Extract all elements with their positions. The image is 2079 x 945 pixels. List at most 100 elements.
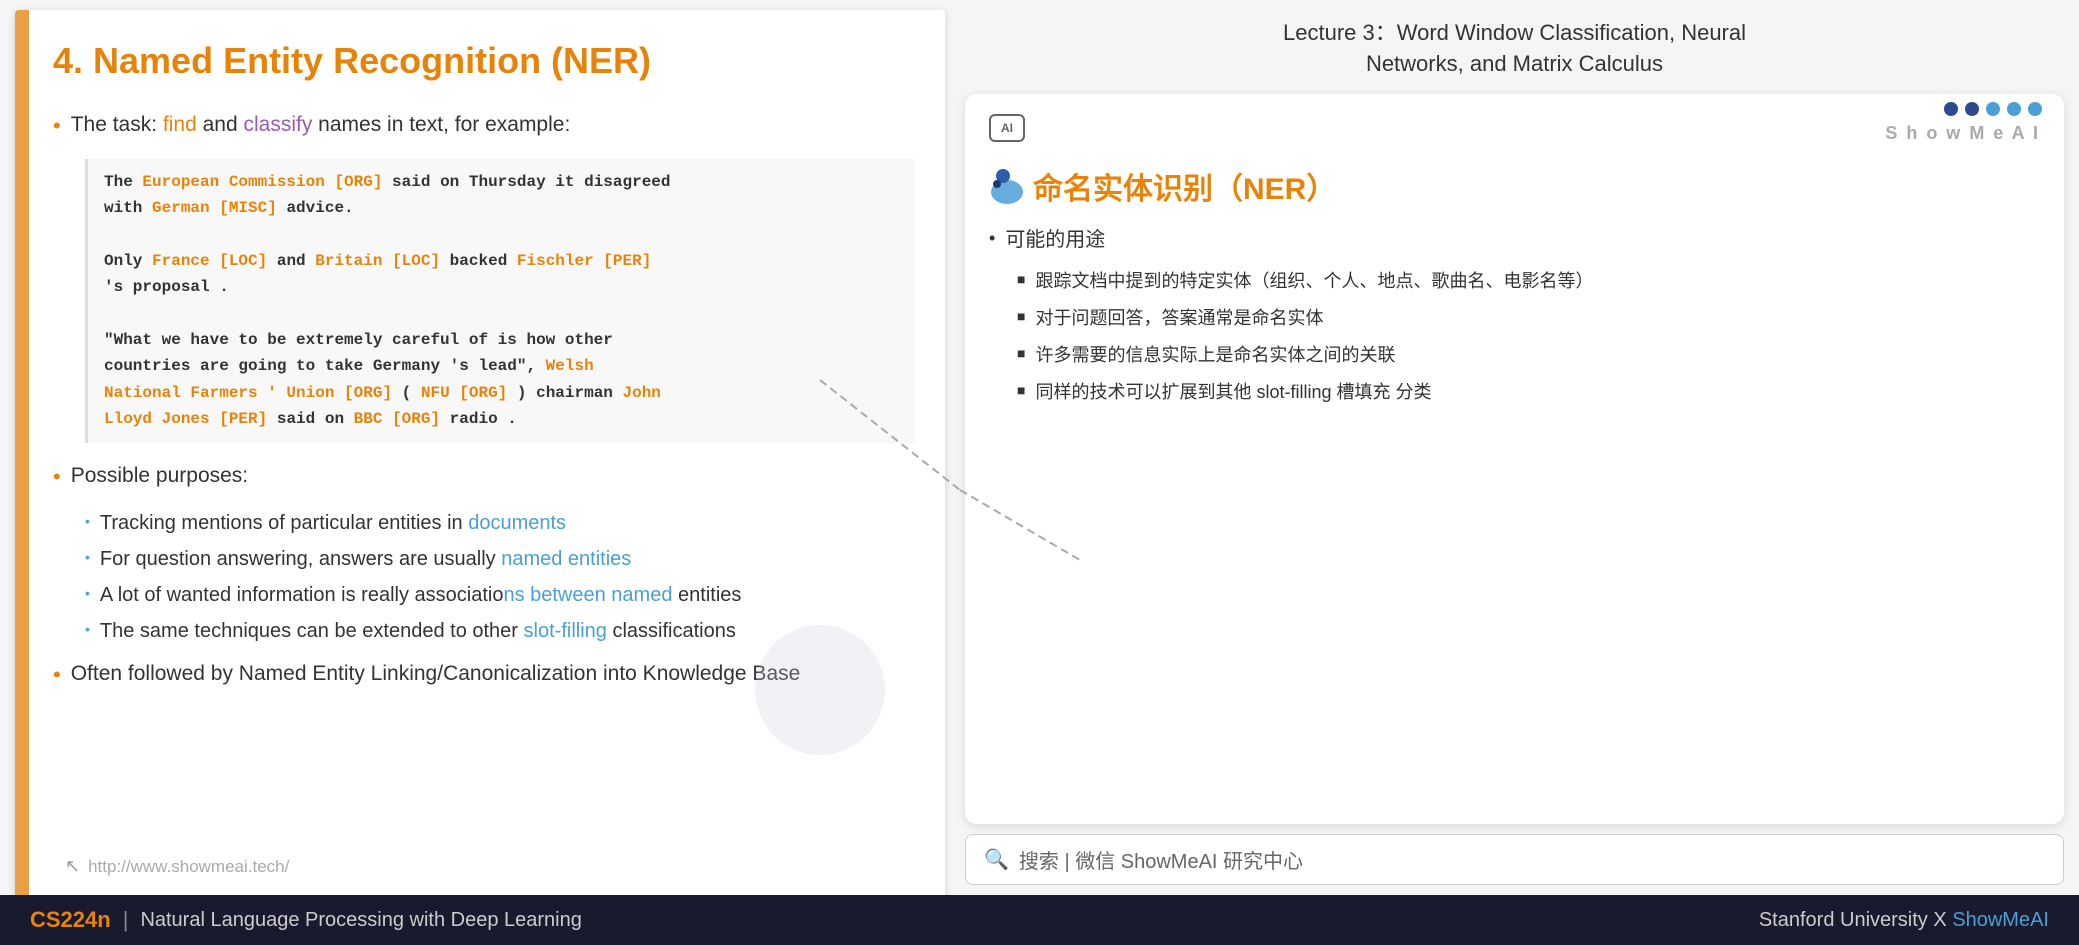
ann-sub-bullets: ■ 跟踪文档中提到的特定实体（组织、个人、地点、歌曲名、电影名等） ■ 对于问题… [1017, 268, 2040, 406]
ann-sq-2: ■ [1017, 308, 1025, 324]
lecture-header: Lecture 3：Word Window Classification, Ne… [965, 10, 2064, 84]
slide-title: 4. Named Entity Recognition (NER) [53, 40, 915, 82]
slide-footer: ↖ http://www.showmeai.tech/ [65, 856, 289, 877]
ann-sq-3: ■ [1017, 345, 1025, 361]
ai-badge: AI [989, 114, 1025, 142]
code-line-5: 's proposal . [104, 274, 899, 300]
code-line-6 [104, 301, 899, 327]
dot-4 [2007, 102, 2021, 116]
right-panel: Lecture 3：Word Window Classification, Ne… [955, 0, 2079, 895]
last-bullet-text: Often followed by Named Entity Linking/C… [71, 659, 801, 688]
cursor-icon: ↖ [65, 856, 80, 877]
task-find: find [163, 113, 197, 136]
footer-cs224n: CS224n [30, 907, 111, 933]
top-dots [1944, 102, 2042, 116]
code-line-1: The European Commission [ORG] said on Th… [104, 169, 899, 195]
named-entities-highlight: named entities [501, 548, 631, 570]
dot-1 [1944, 102, 1958, 116]
sub-dot-3: • [85, 585, 90, 601]
footer-right: Stanford University X ShowMeAI [1759, 909, 2049, 932]
footer-bar: CS224n | Natural Language Processing wit… [0, 895, 2079, 945]
code-line-4: Only France [LOC] and Britain [LOC] back… [104, 248, 899, 274]
ann-sq-4: ■ [1017, 382, 1025, 398]
misc-1: German [MISC] [152, 199, 277, 217]
sub-text-1: Tracking mentions of particular entities… [100, 509, 566, 537]
annotation-title-text: 命名实体识别（NER） [1033, 164, 1336, 208]
code-line-3 [104, 221, 899, 247]
ann-sub-text-4: 同样的技术可以扩展到其他 slot-filling 槽填充 分类 [1035, 379, 1431, 406]
sub-bullet-3: • A lot of wanted information is really … [85, 581, 915, 609]
sub-text-2: For question answering, answers are usua… [100, 545, 631, 573]
annotation-card: AI S h o w M e A I 命名实体识别（NER） • 可能的用途 [965, 94, 2064, 824]
lecture-line1: Lecture 3：Word Window Classification, Ne… [965, 18, 2064, 49]
john: John [623, 384, 661, 402]
orange-bar [15, 10, 29, 905]
code-block: The European Commission [ORG] said on Th… [85, 159, 915, 443]
annotation-title-row: 命名实体识别（NER） [989, 164, 2040, 208]
shape-icon [989, 164, 1033, 208]
slot-filling-highlight: slot-filling [524, 620, 607, 642]
per-2: Lloyd Jones [PER] [104, 410, 267, 428]
sub-dot-4: • [85, 621, 90, 637]
footer-divider: | [123, 907, 129, 933]
ann-sub-text-3: 许多需要的信息实际上是命名实体之间的关联 [1035, 342, 1395, 369]
deco-circle [755, 625, 885, 755]
ann-bullet-dot: • [989, 228, 995, 249]
purposes-text: Possible purposes: [71, 461, 248, 490]
slide-panel: 4. Named Entity Recognition (NER) • The … [15, 10, 945, 905]
org-2: National Farmers ' Union [ORG] [104, 384, 392, 402]
task-and: and [197, 113, 244, 136]
search-bar[interactable]: 🔍 搜索 | 微信 ShowMeAI 研究中心 [965, 834, 2064, 885]
sub-bullets: • Tracking mentions of particular entiti… [85, 509, 915, 645]
sub-dot-1: • [85, 513, 90, 529]
task-intro: The task: [71, 113, 163, 136]
footer-x: X [1933, 909, 1952, 931]
sub-text-3: A lot of wanted information is really as… [100, 581, 742, 609]
org-1: European Commission [ORG] [142, 173, 382, 191]
loc-2: Britain [LOC] [315, 252, 440, 270]
sub-bullet-1: • Tracking mentions of particular entiti… [85, 509, 915, 537]
task-text: The task: find and classify names in tex… [71, 110, 571, 139]
code-line-9: National Farmers ' Union [ORG] ( NFU [OR… [104, 380, 899, 406]
ann-sq-1: ■ [1017, 271, 1025, 287]
main-content: 4. Named Entity Recognition (NER) • The … [0, 0, 2079, 895]
bullet-dot-2: • [53, 463, 61, 492]
ann-main-text: 可能的用途 [1005, 226, 1105, 254]
code-line-2: with German [MISC] advice. [104, 195, 899, 221]
task-classify: classify [243, 113, 312, 136]
footer-subtitle: Natural Language Processing with Deep Le… [140, 909, 581, 932]
ann-sub-text-1: 跟踪文档中提到的特定实体（组织、个人、地点、歌曲名、电影名等） [1035, 268, 1593, 295]
purposes-bullet: • Possible purposes: [53, 461, 915, 492]
sub-text-4: The same techniques can be extended to o… [100, 617, 736, 645]
task-bullet: • The task: find and classify names in t… [53, 110, 915, 141]
footer-stanford: Stanford University [1759, 909, 1928, 931]
ai-badge-text: AI [1001, 121, 1013, 135]
ann-sub-3: ■ 许多需要的信息实际上是命名实体之间的关联 [1017, 342, 2040, 369]
task-rest: names in text, for example: [312, 113, 570, 136]
ann-main-bullet: • 可能的用途 [989, 226, 2040, 254]
per-1: Fischler [PER] [517, 252, 651, 270]
code-line-7: "What we have to be extremely careful of… [104, 327, 899, 353]
footer-url: http://www.showmeai.tech/ [88, 857, 289, 877]
lecture-line2: Networks, and Matrix Calculus [965, 49, 2064, 80]
showmeai-brand: S h o w M e A I [1885, 123, 2040, 144]
welsh: Welsh [546, 357, 594, 375]
bullet-dot-3: • [53, 661, 61, 690]
dot-3 [1986, 102, 2000, 116]
search-icon: 🔍 [984, 847, 1009, 872]
ann-sub-1: ■ 跟踪文档中提到的特定实体（组织、个人、地点、歌曲名、电影名等） [1017, 268, 2040, 295]
sub-bullet-2: • For question answering, answers are us… [85, 545, 915, 573]
dot-2 [1965, 102, 1979, 116]
ann-sub-2: ■ 对于问题回答，答案通常是命名实体 [1017, 305, 2040, 332]
footer-showmeai: ShowMeAI [1952, 909, 2049, 931]
assoc-highlight: ns between named [503, 584, 672, 606]
code-line-10: Lloyd Jones [PER] said on BBC [ORG] radi… [104, 406, 899, 432]
code-line-8: countries are going to take Germany 's l… [104, 353, 899, 379]
bullet-dot: • [53, 112, 61, 141]
search-placeholder: 搜索 | 微信 ShowMeAI 研究中心 [1019, 845, 1303, 874]
footer-left: CS224n | Natural Language Processing wit… [30, 907, 1759, 933]
loc-1: France [LOC] [152, 252, 267, 270]
ann-sub-4: ■ 同样的技术可以扩展到其他 slot-filling 槽填充 分类 [1017, 379, 2040, 406]
sub-dot-2: • [85, 549, 90, 565]
documents-highlight: documents [468, 512, 566, 534]
